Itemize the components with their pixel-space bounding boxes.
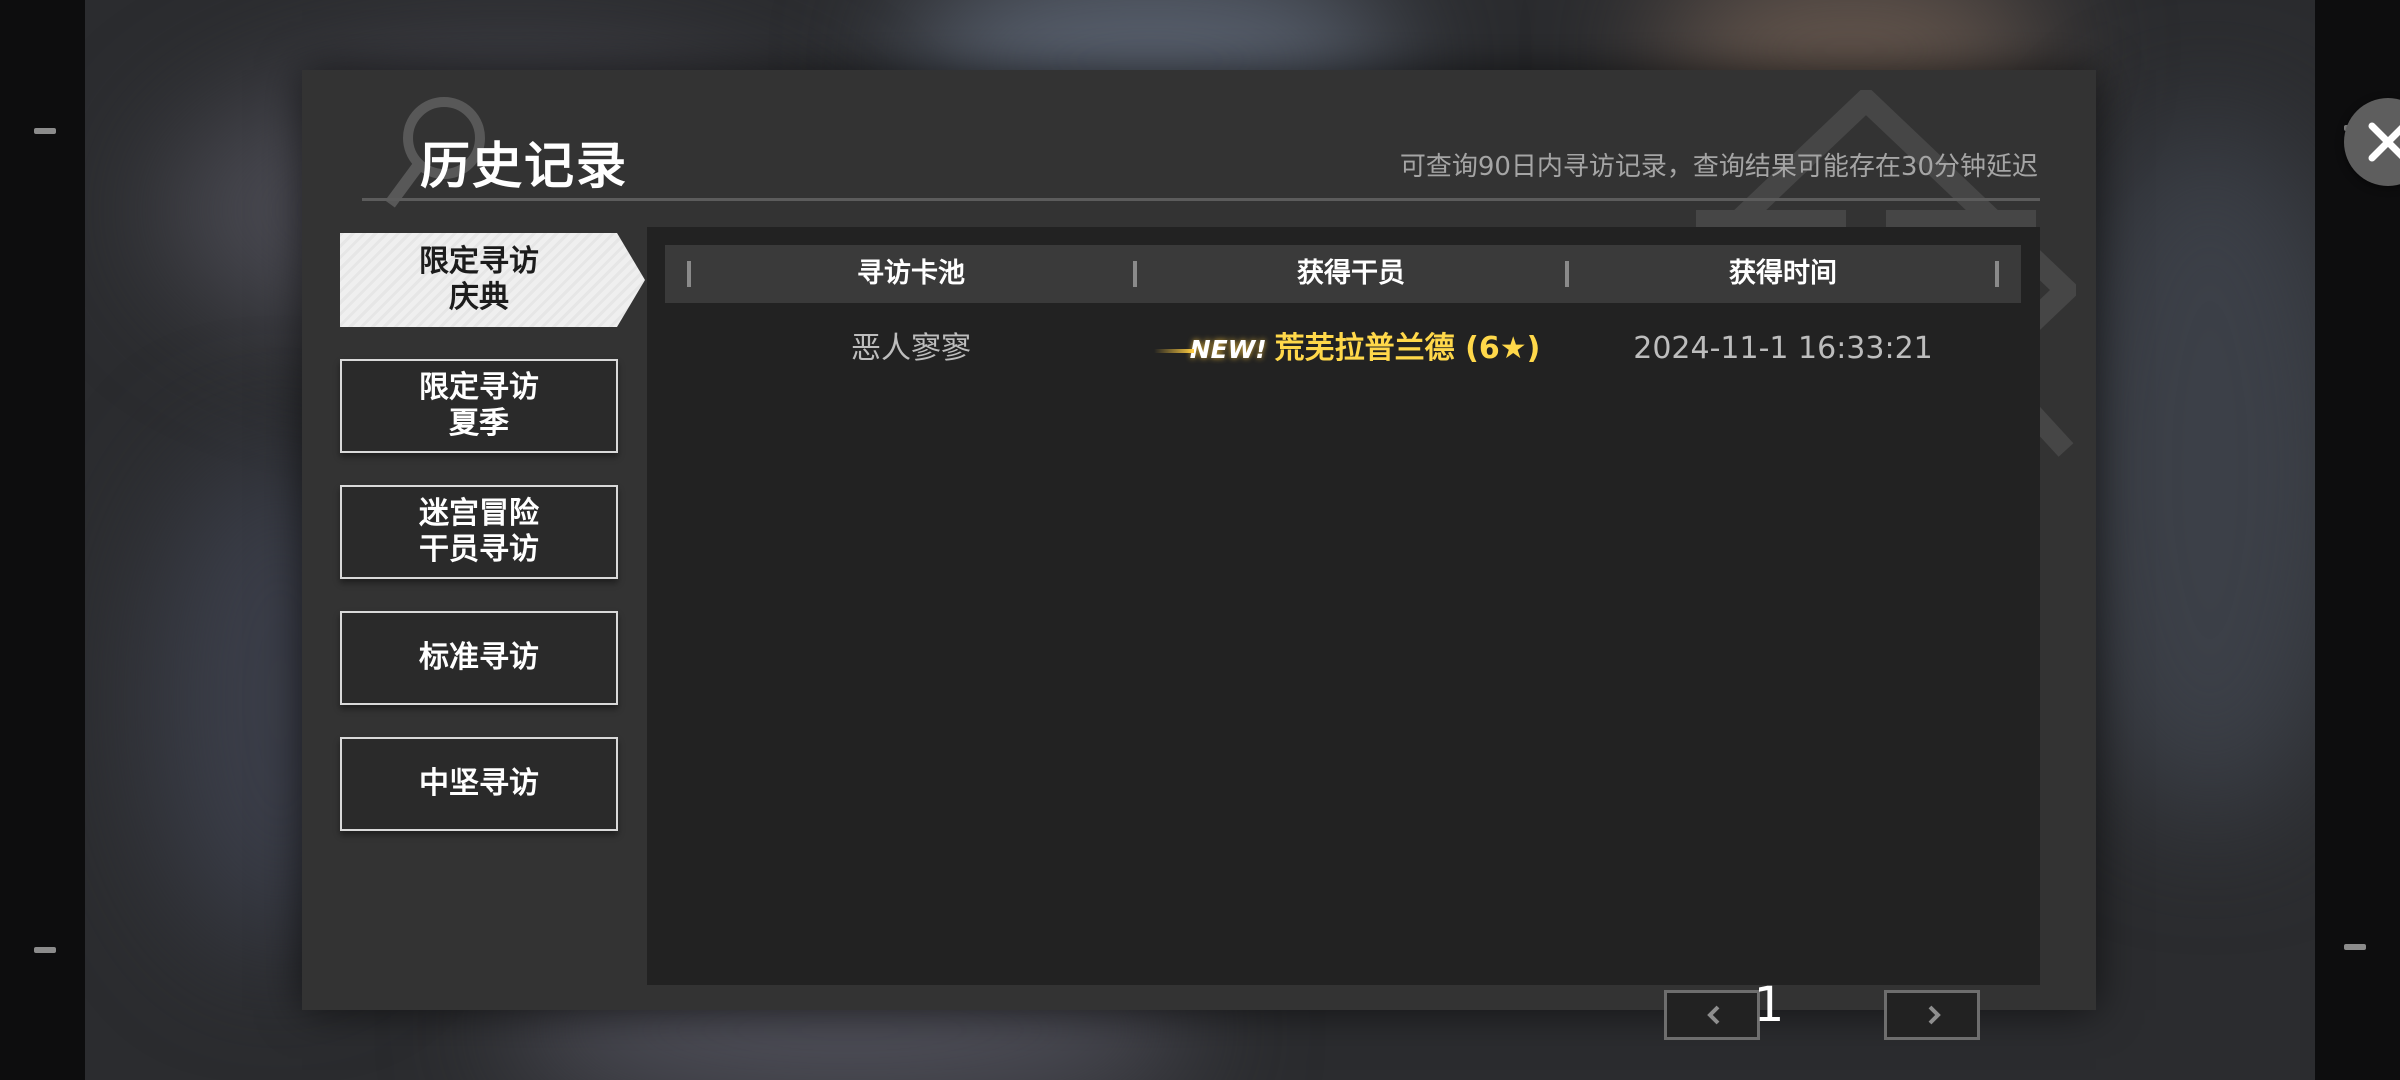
title-divider: [362, 198, 2040, 201]
banner-tab-list: 限定寻访 庆典 限定寻访 夏季 迷宫冒险 干员寻访 标准寻访 中坚寻访: [340, 233, 645, 863]
tab-label-line2: 夏季: [449, 406, 509, 441]
query-notice: 可查询90日内寻访记录，查询结果可能存在30分钟延迟: [1399, 152, 2038, 182]
next-page-button[interactable]: [1884, 990, 1980, 1040]
header-operator: 获得干员: [1297, 258, 1405, 289]
left-frame-edge: [0, 0, 85, 1080]
operator-name: 荒芜拉普兰德 (6★): [1274, 331, 1541, 366]
tab-label-line2: 庆典: [449, 280, 509, 315]
tab-limited-summer[interactable]: 限定寻访 夏季: [340, 359, 618, 453]
tab-label-line1: 限定寻访: [419, 244, 539, 279]
history-dialog: 历史记录 可查询90日内寻访记录，查询结果可能存在30分钟延迟 限定寻访 庆典 …: [302, 70, 2400, 1040]
tab-core[interactable]: 中坚寻访: [340, 737, 618, 831]
obtained-time-cell: 2024-11-1 16:33:21: [1633, 331, 1933, 366]
tab-label: 中坚寻访: [419, 766, 539, 801]
frame-tick: [34, 947, 56, 953]
tab-standard[interactable]: 标准寻访: [340, 611, 618, 705]
header-time: 获得时间: [1729, 258, 1837, 289]
tab-label-line1: 迷宫冒险: [419, 496, 539, 531]
close-icon: [2368, 122, 2400, 162]
tab-label-line2: 干员寻访: [419, 532, 539, 567]
records-panel: 寻访卡池 获得干员 获得时间 恶人寥寥 NEW! 荒芜拉普兰德 (6★) 2024…: [647, 227, 2040, 1040]
column-separator: [1995, 261, 1999, 287]
tab-label: 标准寻访: [419, 640, 539, 675]
chevron-right-icon: [1928, 1005, 1941, 1025]
dialog-title: 历史记录: [420, 137, 628, 195]
page-number: 1: [1753, 977, 1785, 1033]
tab-label-line1: 限定寻访: [419, 370, 539, 405]
chevron-left-icon: [1707, 1005, 1720, 1025]
tab-limited-celebration[interactable]: 限定寻访 庆典: [340, 233, 645, 327]
header-pool: 寻访卡池: [857, 258, 965, 289]
tab-maze-adventure[interactable]: 迷宫冒险 干员寻访: [340, 485, 618, 579]
frame-tick: [2344, 944, 2366, 950]
new-badge: NEW!: [1153, 322, 1267, 378]
table-header: 寻访卡池 获得干员 获得时间: [665, 245, 2021, 303]
pool-name-cell: 恶人寥寥: [851, 331, 971, 366]
operator-cell: NEW! 荒芜拉普兰德 (6★): [1105, 321, 1625, 377]
table-row: 恶人寥寥 NEW! 荒芜拉普兰德 (6★) 2024-11-1 16:33:21: [665, 321, 2021, 377]
frame-tick: [34, 128, 56, 134]
